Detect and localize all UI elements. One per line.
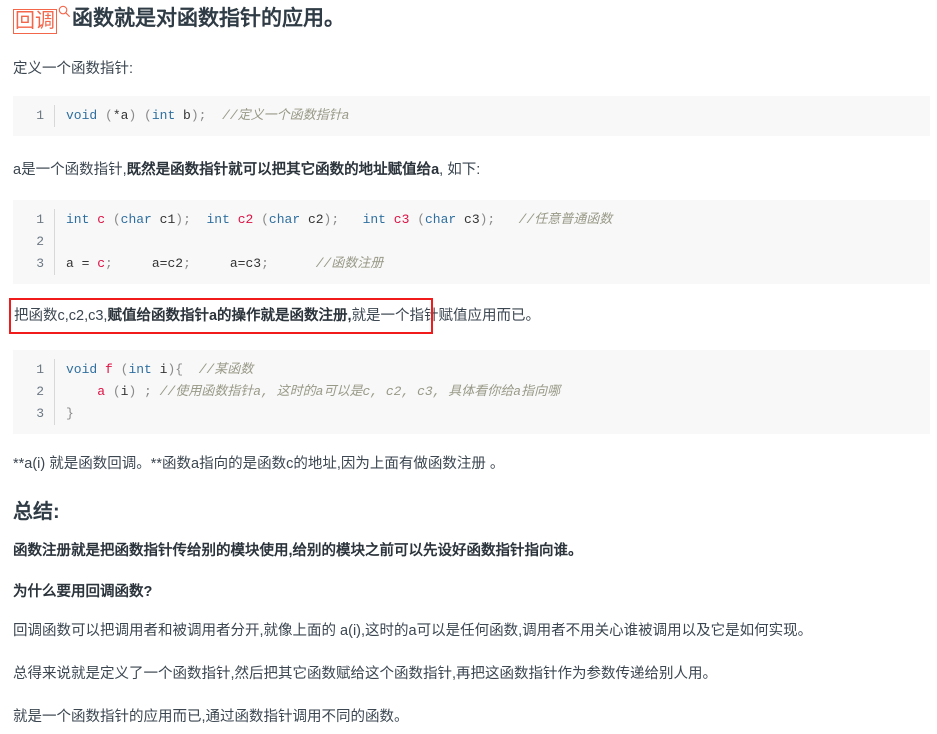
code-token: ( [105,384,121,399]
code-token: ( [112,362,129,377]
code-line-number: 2 [13,381,55,403]
code-token: a [97,384,106,399]
paragraph-pointer-assign-bold: 既然是函数指针就可以把其它函数的地址赋值给a [126,162,440,178]
code-token: int [128,362,152,377]
page-title: 回调 函数就是对函数指针的应用。 [13,2,345,36]
paragraph-summary-body: 函数注册就是把函数指针传给别的模块使用,给别的模块之前可以先设好函数指针指向谁。 [13,543,583,559]
paragraph-function-registration-part1: 把函数c,c2,c3, [14,308,108,324]
code-token: ); [323,212,363,227]
code-token: i [151,362,168,377]
code-token: int [362,212,386,227]
code-line: 3a = c; a=c2; a=c3; //函数注册 [13,253,930,275]
code-token: a=c2 [151,256,184,271]
code-token: ) ; [128,384,160,399]
code-token: ); [175,212,207,227]
code-line-number: 3 [13,403,55,425]
code-line: 1 void f (int i){ //某函数 [13,359,930,381]
code-token: int [151,108,176,123]
code-line-number: 1 [13,359,55,381]
paragraph-function-registration-bold: 赋值给函数指针a的操作就是函数注册, [107,308,352,324]
search-icon[interactable] [58,5,71,18]
paragraph-function-registration-part2: 就是一个指针赋值应用而已。 [351,308,541,324]
code-line-content: void (*a) (int b); //定义一个函数指针a [55,105,349,127]
code-token: c2 [237,212,254,227]
code-token: ; [183,256,230,271]
code-token: c2 [300,212,324,227]
paragraph-why-1: 回调函数可以把调用者和被调用者分开,就像上面的 a(i),这时的a可以是任何函数… [13,623,813,639]
code-token: //任意普通函数 [518,212,613,227]
code-line-content: int c (char c1); int c2 (char c2); int c… [55,209,612,231]
paragraph-pointer-assign-part1: a是一个函数指针, [13,162,127,178]
code-token: ); [190,108,223,123]
highlighted-keyword[interactable]: 回调 [13,9,57,34]
code-line: 1 void (*a) (int b); //定义一个函数指针a [13,105,930,127]
code-token: a = [66,256,98,271]
code-block-3[interactable]: 1 void f (int i){ //某函数 2 a (i) ; //使用函数指针… [13,350,930,434]
paragraph-why-2: 总得来说就是定义了一个函数指针,然后把其它函数赋给这个函数指针,再把这函数指针作… [13,666,718,682]
paragraph-pointer-assign: a是一个函数指针,既然是函数指针就可以把其它函数的地址赋值给a, 如下: [13,159,480,181]
code-line-content: } [55,403,74,425]
paragraph-why-3: 就是一个函数指针的应用而已,通过函数指针调用不同的函数。 [13,709,409,725]
code-line-number: 1 [13,105,55,127]
paragraph-callback-explanation: **a(i) 就是函数回调。**函数a指向的是函数c的地址,因为上面有做函数注册… [13,456,505,472]
code-line: 2 [13,231,930,253]
code-token: char [425,212,457,227]
page-title-text: 函数就是对函数指针的应用。 [72,7,345,30]
code-token: ( [105,212,121,227]
code-token: int [206,212,230,227]
code-token: c1 [151,212,176,227]
code-token: ); [479,212,519,227]
code-token: ; [105,256,152,271]
code-token: ; [261,256,316,271]
code-token: *a [112,108,129,123]
code-line-content: a = c; a=c2; a=c3; //函数注册 [55,253,383,275]
code-token: b [175,108,191,123]
code-block-2[interactable]: 1 int c (char c1); int c2 (char c2); int … [13,200,930,284]
code-line-number: 3 [13,253,55,275]
code-token: int [66,212,90,227]
paragraph-define-pointer: 定义一个函数指针: [13,61,134,77]
code-line: 2 a (i) ; //使用函数指针a, 这时的a可以是c, c2, c3, 具… [13,381,930,403]
code-token: //函数注册 [315,256,384,271]
code-line: 3} [13,403,930,425]
paragraph-function-registration: 把函数c,c2,c3,赋值给函数指针a的操作就是函数注册,就是一个指针赋值应用而… [14,305,540,327]
code-line: 1 int c (char c1); int c2 (char c2); int … [13,209,930,231]
code-token: f [105,362,113,377]
code-token: char [268,212,301,227]
code-token: } [66,406,74,421]
paragraph-pointer-assign-part2: , 如下: [439,162,481,178]
code-token: //使用函数指针a, 这时的a可以是c, c2, c3, 具体看你给a指向哪 [159,384,561,399]
code-line-number: 2 [13,231,55,253]
code-line-content: a (i) ; //使用函数指针a, 这时的a可以是c, c2, c3, 具体看… [55,381,560,403]
heading-summary: 总结: [13,501,60,523]
code-token: //定义一个函数指针a [222,108,350,123]
code-token: ) ( [128,108,152,123]
code-token: ( [253,212,269,227]
code-token: ( [97,108,113,123]
code-token: c3 [456,212,480,227]
code-token: a=c3 [229,256,262,271]
heading-why-callback: 为什么要用回调函数? [13,584,153,600]
code-line-number: 1 [13,209,55,231]
code-token: ){ [167,362,199,377]
code-token: char [120,212,152,227]
code-token: void [66,108,98,123]
code-line-content: void f (int i){ //某函数 [55,359,253,381]
article-page: 回调 函数就是对函数指针的应用。 定义一个函数指针: 1 void (*a) (i… [0,0,937,734]
code-token: c [97,212,106,227]
code-token: //某函数 [198,362,254,377]
code-token: c [97,256,106,271]
code-token: ( [409,212,425,227]
code-token: void [66,362,98,377]
code-token: c3 [393,212,410,227]
code-block-1[interactable]: 1 void (*a) (int b); //定义一个函数指针a [13,96,930,136]
